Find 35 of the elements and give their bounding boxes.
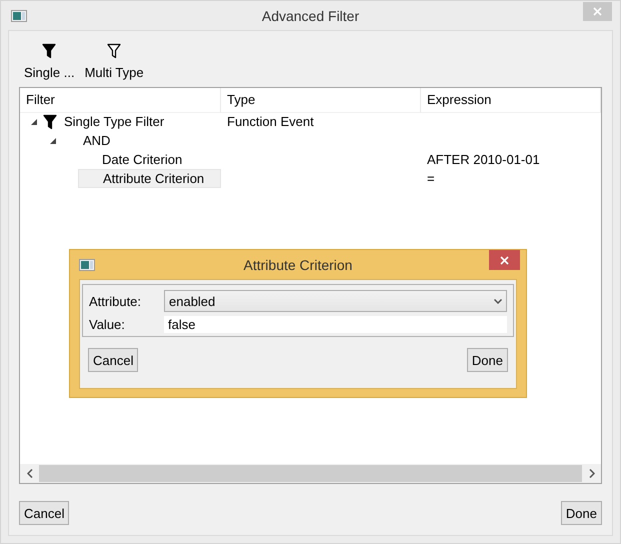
scroll-right-icon[interactable]: [588, 469, 594, 478]
filter-outline-icon: [107, 43, 122, 59]
dialog-button[interactable]: Cancel: [19, 501, 70, 525]
column-header[interactable]: Expression: [421, 88, 601, 113]
horizontal-scrollbar[interactable]: [20, 464, 601, 483]
field-label: Value:: [89, 317, 126, 332]
table-cell: =: [427, 171, 435, 186]
close-button[interactable]: [489, 250, 520, 270]
expand-toggle-icon[interactable]: [50, 138, 56, 144]
app-icon: [79, 259, 95, 271]
table-cell: AFTER 2010-01-01: [427, 152, 540, 167]
expand-toggle-icon[interactable]: [31, 118, 37, 124]
column-header[interactable]: Type: [221, 88, 421, 113]
toolbar-button[interactable]: Multi Type: [82, 41, 146, 87]
filter-icon: [42, 43, 56, 59]
dialog-button[interactable]: Done: [466, 348, 508, 372]
tree-item[interactable]: AND: [59, 131, 221, 150]
toolbar-button[interactable]: Single ...: [22, 41, 77, 87]
dialog-title: Attribute Criterion: [244, 256, 352, 272]
dialog-button[interactable]: Cancel: [88, 348, 138, 372]
table-cell: Function Event: [227, 114, 314, 129]
column-header[interactable]: Filter: [20, 88, 221, 113]
filter-icon: [43, 114, 57, 130]
tree-item[interactable]: Attribute Criterion: [78, 169, 221, 188]
app-icon: [11, 10, 27, 22]
close-icon: [593, 7, 602, 16]
value-field[interactable]: false: [164, 316, 507, 333]
window-title: Advanced Filter: [262, 8, 360, 24]
field-label: Attribute:: [89, 294, 142, 308]
scroll-left-icon[interactable]: [26, 469, 32, 478]
tree-item[interactable]: Date Criterion: [78, 150, 221, 169]
tree-item[interactable]: Single Type Filter: [40, 112, 221, 131]
close-icon: [500, 256, 509, 264]
dialog-button[interactable]: Done: [560, 501, 602, 525]
attribute-dropdown[interactable]: enabled: [164, 290, 507, 312]
